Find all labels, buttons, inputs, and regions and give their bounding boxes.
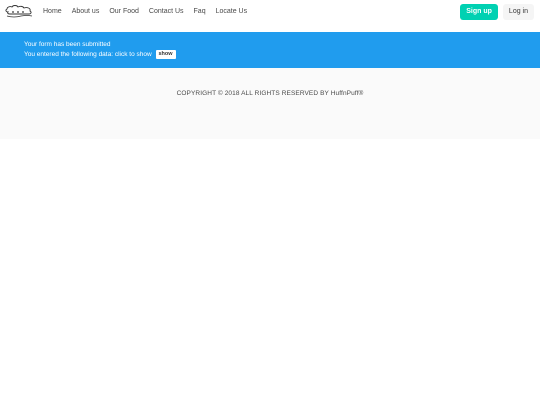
show-data-button[interactable]: show — [155, 50, 176, 59]
nav-links: Home About us Our Food Contact Us Faq Lo… — [43, 8, 257, 15]
footer-copyright: COPYRIGHT © 2018 ALL RIGHTS RESERVED BY … — [0, 90, 540, 97]
nav-actions: Sign up Log in — [460, 3, 534, 20]
navbar: Home About us Our Food Contact Us Faq Lo… — [0, 0, 540, 23]
notification-message: Your form has been submitted — [24, 41, 111, 48]
brand-link[interactable]: HuffnPuff® — [331, 90, 364, 97]
form-submitted-notification: Your form has been submitted You entered… — [0, 32, 540, 68]
cloud-logo-icon[interactable] — [4, 4, 34, 19]
nav-link-contact-us[interactable]: Contact Us — [149, 8, 184, 15]
nav-link-home[interactable]: Home — [43, 8, 62, 15]
notification-data-row: You entered the following data: click to… — [24, 50, 540, 60]
notification-data-text: You entered the following data: click to… — [24, 51, 152, 59]
nav-link-about-us[interactable]: About us — [72, 8, 100, 15]
nav-link-locate-us[interactable]: Locate Us — [216, 8, 248, 15]
nav-link-our-food[interactable]: Our Food — [109, 8, 139, 15]
footer: COPYRIGHT © 2018 ALL RIGHTS RESERVED BY … — [0, 68, 540, 139]
nav-link-faq[interactable]: Faq — [194, 8, 206, 15]
copyright-text: COPYRIGHT © 2018 ALL RIGHTS RESERVED BY — [176, 90, 331, 97]
login-button[interactable]: Log in — [502, 3, 534, 20]
signup-button[interactable]: Sign up — [460, 3, 498, 20]
